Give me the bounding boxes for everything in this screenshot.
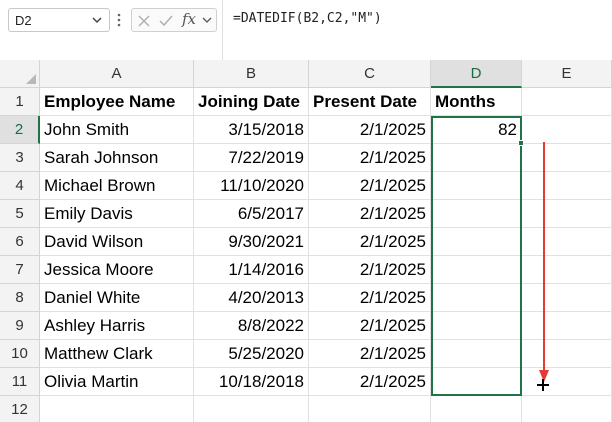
cell-d2[interactable]: 82 bbox=[431, 116, 522, 144]
column-header-d[interactable]: D bbox=[431, 60, 522, 88]
chevron-down-icon[interactable] bbox=[91, 14, 103, 26]
spreadsheet-grid: A B C D E 1 Employee Name Joining Date Pres… bbox=[0, 60, 612, 422]
cell-c11[interactable]: 2/1/2025 bbox=[309, 368, 431, 396]
cell-d3[interactable] bbox=[431, 144, 522, 172]
cell-a2[interactable]: John Smith bbox=[40, 116, 194, 144]
cell-b4[interactable]: 11/10/2020 bbox=[194, 172, 309, 200]
chevron-down-icon[interactable] bbox=[202, 15, 212, 25]
cell-a6[interactable]: David Wilson bbox=[40, 228, 194, 256]
row-header-6[interactable]: 6 bbox=[0, 228, 40, 256]
cell-c1[interactable]: Present Date bbox=[309, 88, 431, 116]
row-header-4[interactable]: 4 bbox=[0, 172, 40, 200]
column-header-c[interactable]: C bbox=[309, 60, 431, 88]
cell-d4[interactable] bbox=[431, 172, 522, 200]
cell-c3[interactable]: 2/1/2025 bbox=[309, 144, 431, 172]
row-header-11[interactable]: 11 bbox=[0, 368, 40, 396]
cell-c9[interactable]: 2/1/2025 bbox=[309, 312, 431, 340]
row-header-7[interactable]: 7 bbox=[0, 256, 40, 284]
crosshair-cursor-icon bbox=[537, 379, 549, 391]
cell-b3[interactable]: 7/22/2019 bbox=[194, 144, 309, 172]
cell-c12[interactable] bbox=[309, 396, 431, 422]
cell-a12[interactable] bbox=[40, 396, 194, 422]
cell-b5[interactable]: 6/5/2017 bbox=[194, 200, 309, 228]
cell-b2[interactable]: 3/15/2018 bbox=[194, 116, 309, 144]
vertical-dots-icon[interactable] bbox=[116, 10, 122, 30]
cell-c2[interactable]: 2/1/2025 bbox=[309, 116, 431, 144]
cell-a1[interactable]: Employee Name bbox=[40, 88, 194, 116]
insert-function-icon[interactable]: fx bbox=[182, 10, 196, 28]
row-header-2[interactable]: 2 bbox=[0, 116, 40, 144]
row-header-1[interactable]: 1 bbox=[0, 88, 40, 116]
cell-a10[interactable]: Matthew Clark bbox=[40, 340, 194, 368]
name-box-value: D2 bbox=[15, 13, 32, 28]
formula-bar: D2 fx =DATEDIF(B2,C2,"M") bbox=[0, 0, 612, 60]
cell-b1[interactable]: Joining Date bbox=[194, 88, 309, 116]
cell-d7[interactable] bbox=[431, 256, 522, 284]
row-header-5[interactable]: 5 bbox=[0, 200, 40, 228]
cell-d9[interactable] bbox=[431, 312, 522, 340]
formula-buttons: fx bbox=[131, 8, 217, 32]
cell-d1[interactable]: Months bbox=[431, 88, 522, 116]
cell-c5[interactable]: 2/1/2025 bbox=[309, 200, 431, 228]
name-box[interactable]: D2 bbox=[8, 8, 110, 32]
cell-b10[interactable]: 5/25/2020 bbox=[194, 340, 309, 368]
formula-text: =DATEDIF(B2,C2,"M") bbox=[233, 11, 382, 26]
cell-e1[interactable] bbox=[522, 88, 612, 116]
row-header-9[interactable]: 9 bbox=[0, 312, 40, 340]
cell-b9[interactable]: 8/8/2022 bbox=[194, 312, 309, 340]
cell-d8[interactable] bbox=[431, 284, 522, 312]
select-all-corner[interactable] bbox=[0, 60, 40, 88]
cell-a3[interactable]: Sarah Johnson bbox=[40, 144, 194, 172]
cell-c10[interactable]: 2/1/2025 bbox=[309, 340, 431, 368]
cell-e12[interactable] bbox=[522, 396, 612, 422]
cell-a8[interactable]: Daniel White bbox=[40, 284, 194, 312]
row-header-10[interactable]: 10 bbox=[0, 340, 40, 368]
column-header-a[interactable]: A bbox=[40, 60, 194, 88]
formula-input[interactable]: =DATEDIF(B2,C2,"M") bbox=[222, 0, 612, 60]
cell-b8[interactable]: 4/20/2013 bbox=[194, 284, 309, 312]
cell-c7[interactable]: 2/1/2025 bbox=[309, 256, 431, 284]
cell-d5[interactable] bbox=[431, 200, 522, 228]
row-header-3[interactable]: 3 bbox=[0, 144, 40, 172]
drag-down-arrow-icon bbox=[539, 142, 549, 382]
cell-c4[interactable]: 2/1/2025 bbox=[309, 172, 431, 200]
row-header-8[interactable]: 8 bbox=[0, 284, 40, 312]
cell-d11[interactable] bbox=[431, 368, 522, 396]
cell-d6[interactable] bbox=[431, 228, 522, 256]
cancel-icon[interactable] bbox=[136, 13, 152, 29]
cell-a5[interactable]: Emily Davis bbox=[40, 200, 194, 228]
cell-a4[interactable]: Michael Brown bbox=[40, 172, 194, 200]
cell-b7[interactable]: 1/14/2016 bbox=[194, 256, 309, 284]
cell-d10[interactable] bbox=[431, 340, 522, 368]
fill-handle[interactable] bbox=[518, 140, 524, 146]
cell-a9[interactable]: Ashley Harris bbox=[40, 312, 194, 340]
cell-a11[interactable]: Olivia Martin bbox=[40, 368, 194, 396]
cell-b11[interactable]: 10/18/2018 bbox=[194, 368, 309, 396]
cell-d12[interactable] bbox=[431, 396, 522, 422]
cell-b12[interactable] bbox=[194, 396, 309, 422]
cell-c8[interactable]: 2/1/2025 bbox=[309, 284, 431, 312]
cell-a7[interactable]: Jessica Moore bbox=[40, 256, 194, 284]
check-icon[interactable] bbox=[158, 13, 174, 29]
cell-b6[interactable]: 9/30/2021 bbox=[194, 228, 309, 256]
column-header-e[interactable]: E bbox=[522, 60, 612, 88]
cell-c6[interactable]: 2/1/2025 bbox=[309, 228, 431, 256]
row-header-12[interactable]: 12 bbox=[0, 396, 40, 422]
column-header-b[interactable]: B bbox=[194, 60, 309, 88]
